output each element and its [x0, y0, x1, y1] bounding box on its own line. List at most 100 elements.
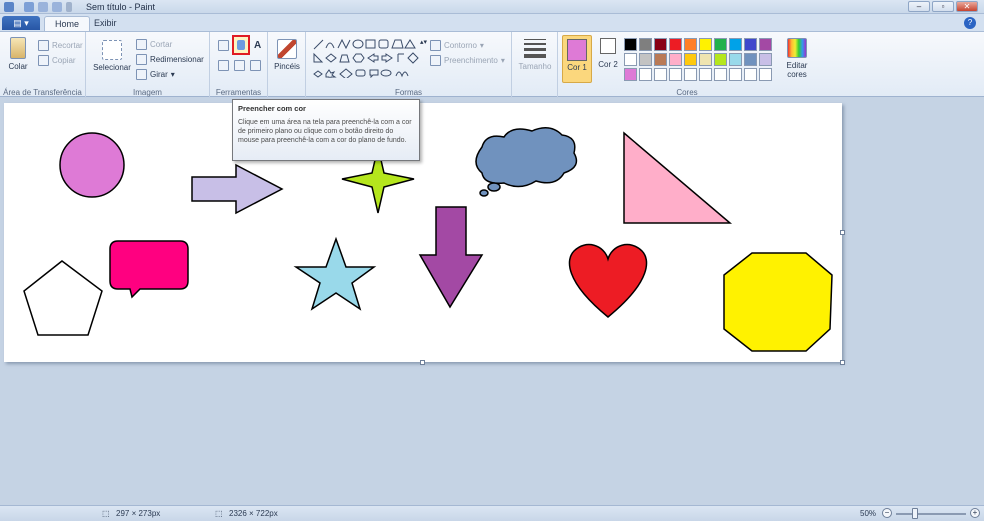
save-icon[interactable] — [24, 2, 34, 12]
select-button[interactable]: Selecionar — [92, 40, 132, 72]
palette-swatch[interactable] — [729, 38, 742, 51]
quick-access-dropdown-icon[interactable] — [66, 2, 72, 12]
palette-swatch[interactable] — [654, 53, 667, 66]
palette-swatch[interactable] — [759, 68, 772, 81]
edit-colors-icon — [787, 38, 807, 58]
palette-swatch[interactable] — [729, 68, 742, 81]
help-icon[interactable]: ? — [964, 17, 976, 29]
palette-swatch[interactable] — [639, 38, 652, 51]
image-size: 2326 × 722px — [229, 509, 278, 518]
crop-label: Cortar — [150, 40, 173, 49]
right-triangle-shape[interactable] — [623, 131, 733, 224]
thought-bubble-small[interactable] — [479, 189, 489, 197]
crop-button[interactable]: Cortar — [136, 39, 172, 50]
color2-button[interactable]: Cor 2 — [596, 38, 620, 69]
pentagon-shape[interactable] — [23, 260, 103, 336]
palette-swatch[interactable] — [669, 38, 682, 51]
palette-swatch[interactable] — [759, 53, 772, 66]
maximize-button[interactable]: ▫ — [932, 1, 954, 12]
palette-swatch[interactable] — [759, 38, 772, 51]
pencil-icon[interactable] — [218, 40, 229, 51]
outline-button[interactable]: Contorno ▾ — [430, 40, 484, 51]
canvas-area[interactable] — [0, 98, 984, 506]
palette-swatch[interactable] — [744, 53, 757, 66]
hexagon-shape[interactable] — [723, 252, 833, 352]
copy-button[interactable]: Copiar — [38, 55, 76, 66]
tools-group-label: Ferramentas — [215, 88, 262, 97]
size-button[interactable]: Tamanho — [518, 39, 552, 71]
close-button[interactable]: ✕ — [956, 1, 978, 12]
palette-swatch[interactable] — [684, 53, 697, 66]
color1-button[interactable]: Cor 1 — [562, 35, 592, 83]
palette-swatch[interactable] — [684, 68, 697, 81]
color1-label: Cor 1 — [567, 63, 587, 72]
brushes-label: Pincéis — [274, 62, 300, 71]
thought-bubble-large[interactable] — [487, 182, 501, 192]
five-point-star-shape[interactable] — [293, 236, 377, 311]
brushes-button[interactable]: Pincéis — [272, 39, 302, 71]
palette-swatch[interactable] — [684, 38, 697, 51]
palette-swatch[interactable] — [729, 53, 742, 66]
down-arrow-shape[interactable] — [418, 206, 484, 309]
window-title: Sem título - Paint — [86, 2, 156, 12]
palette-swatch[interactable] — [624, 53, 637, 66]
palette-swatch[interactable] — [714, 53, 727, 66]
magnifier-icon[interactable] — [250, 60, 261, 71]
resize-handle-corner[interactable] — [840, 360, 845, 365]
line-width-icon — [524, 39, 546, 58]
image-size-icon: ⬚ — [215, 509, 223, 518]
resize-handle-right[interactable] — [840, 230, 845, 235]
palette-swatch[interactable] — [669, 53, 682, 66]
palette-swatch[interactable] — [654, 68, 667, 81]
size-group: Tamanho — [512, 32, 558, 98]
select-icon — [102, 40, 122, 60]
palette-swatch[interactable] — [624, 68, 637, 81]
palette-swatch[interactable] — [699, 53, 712, 66]
pink-circle-shape[interactable] — [59, 132, 125, 198]
color2-label: Cor 2 — [598, 60, 618, 69]
thought-cloud-shape[interactable] — [475, 127, 578, 188]
palette-swatch[interactable] — [744, 38, 757, 51]
text-tool-icon[interactable]: A — [254, 40, 261, 51]
palette-swatch[interactable] — [714, 38, 727, 51]
eraser-icon[interactable] — [218, 60, 229, 71]
tab-view[interactable]: Exibir — [84, 16, 127, 32]
rotate-button[interactable]: Girar ▾ — [136, 69, 175, 80]
palette-swatch[interactable] — [669, 68, 682, 81]
undo-icon[interactable] — [38, 2, 48, 12]
palette-swatch[interactable] — [639, 53, 652, 66]
redo-icon[interactable] — [52, 2, 62, 12]
color-picker-icon[interactable] — [234, 60, 245, 71]
resize-handle-bottom[interactable] — [420, 360, 425, 365]
shapes-gallery[interactable] — [312, 38, 422, 78]
cut-button[interactable]: Recortar — [38, 40, 83, 51]
drawing-canvas[interactable] — [4, 103, 842, 362]
zoom-out-button[interactable]: − — [882, 508, 892, 518]
palette-swatch[interactable] — [699, 68, 712, 81]
zoom-in-button[interactable]: + — [970, 508, 980, 518]
shapes-scroll-icon[interactable]: ▴▾ — [420, 38, 427, 46]
palette-swatch[interactable] — [654, 38, 667, 51]
paste-button[interactable]: Colar — [4, 37, 32, 71]
resize-label: Redimensionar — [150, 55, 204, 64]
right-arrow-shape[interactable] — [191, 163, 284, 215]
palette-swatch[interactable] — [699, 38, 712, 51]
palette-swatch[interactable] — [639, 68, 652, 81]
crop-icon — [136, 39, 147, 50]
palette-swatch[interactable] — [624, 38, 637, 51]
tooltip-body: Clique em uma área na tela para preenchê… — [238, 119, 412, 144]
zoom-slider-track[interactable] — [896, 513, 966, 515]
fill-button[interactable]: Preenchimento ▾ — [430, 55, 505, 66]
palette-swatch[interactable] — [744, 68, 757, 81]
edit-colors-button[interactable]: Editar cores — [782, 38, 812, 79]
rounded-callout-shape[interactable] — [109, 240, 189, 299]
heart-shape[interactable] — [568, 243, 648, 318]
size-label: Tamanho — [518, 62, 552, 71]
resize-button[interactable]: Redimensionar — [136, 54, 204, 65]
file-menu-button[interactable]: ▤ ▾ — [2, 16, 40, 30]
color-palette — [624, 38, 772, 81]
zoom-slider-thumb[interactable] — [912, 508, 918, 519]
fill-bucket-button[interactable] — [232, 35, 250, 55]
palette-swatch[interactable] — [714, 68, 727, 81]
minimize-button[interactable]: – — [908, 1, 930, 12]
